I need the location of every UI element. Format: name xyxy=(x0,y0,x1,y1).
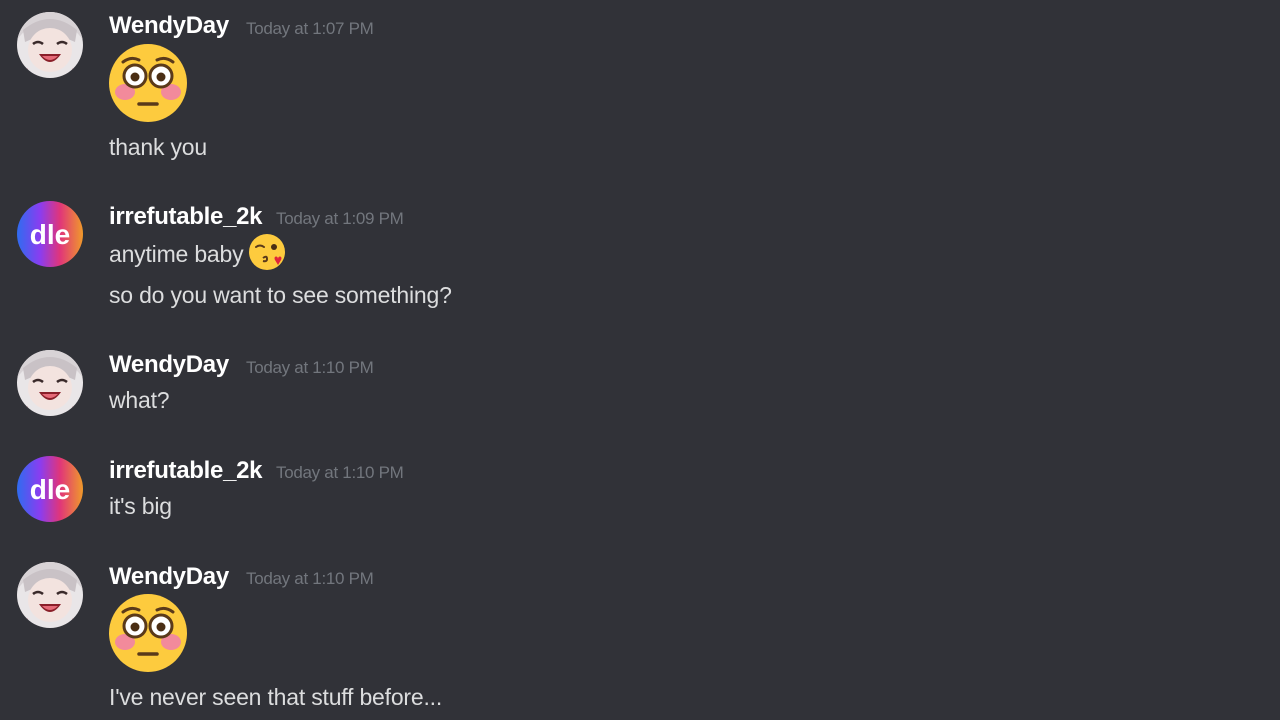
message-author[interactable]: irrefutable_2k xyxy=(109,457,263,485)
dle-logo-icon: dle xyxy=(17,201,83,267)
avatar-wendyday[interactable] xyxy=(17,350,83,416)
message-text: so do you want to see something? xyxy=(109,282,452,308)
avatar-text: dle xyxy=(30,219,70,250)
message-timestamp[interactable]: Today at 1:10 PM xyxy=(246,358,374,378)
message-text: anytime baby xyxy=(109,234,287,272)
anime-avatar-icon xyxy=(17,562,83,628)
kissing-face-icon xyxy=(249,234,286,270)
message-text: what? xyxy=(109,387,170,413)
message-author[interactable]: WendyDay xyxy=(109,12,229,40)
avatar-irrefutable[interactable]: dle xyxy=(17,201,83,267)
avatar-irrefutable[interactable]: dle xyxy=(17,456,83,522)
message-text: thank you xyxy=(109,134,207,160)
message-text: it's big xyxy=(109,493,172,519)
message-timestamp[interactable]: Today at 1:09 PM xyxy=(276,209,404,229)
message-timestamp[interactable]: Today at 1:10 PM xyxy=(276,463,404,483)
flushed-face-icon xyxy=(109,594,187,672)
message-author[interactable]: WendyDay xyxy=(109,351,229,379)
message-timestamp[interactable]: Today at 1:10 PM xyxy=(246,569,374,589)
message-timestamp[interactable]: Today at 1:07 PM xyxy=(246,19,374,39)
message-text: I've never seen that stuff before... xyxy=(109,684,443,710)
dle-logo-icon: dle xyxy=(17,456,83,522)
message-author[interactable]: WendyDay xyxy=(109,563,229,591)
message-author[interactable]: irrefutable_2k xyxy=(109,203,263,231)
avatar-text: dle xyxy=(30,474,70,505)
anime-avatar-icon xyxy=(17,12,83,78)
flushed-face-icon xyxy=(109,44,187,122)
avatar-wendyday[interactable] xyxy=(17,12,83,78)
anime-avatar-icon xyxy=(17,350,83,416)
avatar-wendyday[interactable] xyxy=(17,562,83,628)
message-text-content: anytime baby xyxy=(109,241,244,268)
